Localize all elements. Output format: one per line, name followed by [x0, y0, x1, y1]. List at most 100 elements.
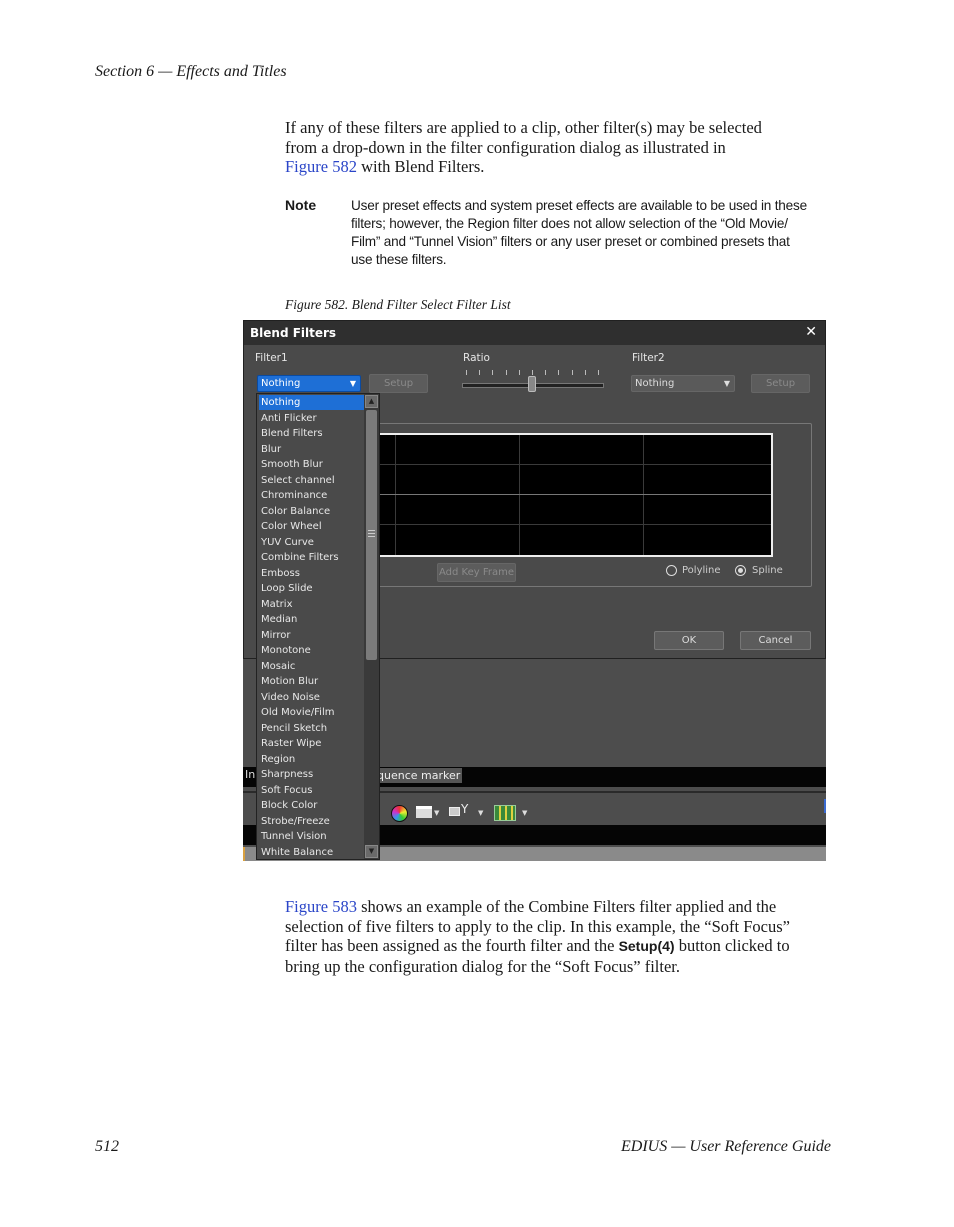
chevron-down-icon[interactable]: ▼	[522, 809, 527, 817]
filter-list-item[interactable]: Blend Filters	[259, 426, 365, 441]
polyline-label: Polyline	[682, 565, 721, 576]
sequence-marker-tab[interactable]: quence marker	[373, 768, 462, 783]
chevron-down-icon[interactable]: ▼	[478, 809, 483, 817]
filter-list-item[interactable]: Pencil Sketch	[259, 721, 365, 736]
filter-layout-icon[interactable]	[449, 807, 460, 816]
color-wheel-icon[interactable]	[391, 805, 408, 822]
figure-583-link[interactable]: Figure 583	[285, 897, 357, 916]
filter-list-item[interactable]: Old Movie/Film	[259, 705, 365, 720]
filter1-dropdown[interactable]: Nothing ▼	[257, 375, 361, 392]
edge-accent	[824, 799, 826, 813]
filter2-value: Nothing	[635, 378, 675, 389]
intro-line-3-text: with Blend Filters.	[356, 157, 485, 177]
filter-list-item[interactable]: Emboss	[259, 566, 365, 581]
filter2-setup-button[interactable]: Setup	[751, 374, 810, 393]
section-header: Section 6 — Effects and Titles	[95, 63, 287, 80]
filter-select-list[interactable]: Nothing Anti Flicker Blend Filters Blur Smoo…	[256, 393, 380, 860]
chevron-down-icon[interactable]: ▼	[434, 809, 439, 817]
note-line: filters; however, the Region filter does…	[351, 216, 788, 231]
filter1-value: Nothing	[261, 378, 301, 389]
slider-tick	[598, 370, 599, 375]
filter-list-item[interactable]: White Balance	[259, 845, 365, 860]
film-strip-icon[interactable]	[494, 805, 516, 821]
page-number: 512	[95, 1138, 119, 1155]
intro-line-3: Figure 582 with Blend Filters.	[285, 157, 830, 177]
grip-line	[368, 533, 375, 534]
filter-list-item[interactable]: Smooth Blur	[259, 457, 365, 472]
chevron-down-icon: ▼	[723, 379, 730, 388]
ratio-slider-handle[interactable]	[528, 376, 536, 392]
chevron-down-icon: ▼	[349, 379, 356, 388]
ok-button[interactable]: OK	[654, 631, 724, 650]
filter-list-item[interactable]: Chrominance	[259, 488, 365, 503]
filter-list-item[interactable]: Median	[259, 612, 365, 627]
scroll-down-icon[interactable]: ▼	[365, 845, 378, 858]
filter-list-item[interactable]: Sharpness	[259, 767, 365, 782]
body-paragraph: Figure 583 shows an example of the Combi…	[285, 897, 830, 977]
filter1-setup-button[interactable]: Setup	[369, 374, 428, 393]
slider-tick	[571, 370, 573, 375]
scroll-up-icon[interactable]: ▲	[365, 395, 378, 408]
note-line: Film” and “Tunnel Vision” filters or any…	[351, 234, 790, 249]
body-line-3b: button clicked to	[674, 936, 790, 956]
filter-list-item[interactable]: Loop Slide	[259, 581, 365, 596]
dialog-title: Blend Filters	[250, 326, 337, 340]
spline-radio[interactable]	[735, 565, 746, 576]
filter-list-item[interactable]: Region	[259, 752, 365, 767]
intro-paragraph: If any of these filters are applied to a…	[285, 118, 830, 177]
body-line-1-text: shows an example of the Combine Filters …	[356, 897, 777, 916]
filter1-label: Filter1	[255, 352, 288, 364]
slider-tick	[466, 370, 467, 375]
note-text: User preset effects and system preset ef…	[351, 197, 811, 269]
intro-line-2: from a drop-down in the filter configura…	[285, 137, 726, 157]
cancel-button[interactable]: Cancel	[740, 631, 811, 650]
slider-tick	[505, 370, 507, 375]
filter2-label: Filter2	[632, 352, 665, 364]
slider-tick	[532, 370, 533, 375]
close-icon[interactable]: ✕	[805, 324, 817, 340]
panel-tab-fragment: In	[245, 768, 256, 781]
radio-selected-dot	[738, 568, 743, 573]
filter-list-item[interactable]: Tunnel Vision	[259, 829, 365, 844]
filter-list-item[interactable]: Color Balance	[259, 504, 365, 519]
figure-582-link[interactable]: Figure 582	[285, 157, 357, 176]
filter-list-item[interactable]: Motion Blur	[259, 674, 365, 689]
filter-list-item[interactable]: Blur	[259, 442, 365, 457]
polyline-radio[interactable]	[666, 565, 677, 576]
filter-list-item[interactable]: Block Color	[259, 798, 365, 813]
filter2-dropdown[interactable]: Nothing ▼	[631, 375, 735, 392]
filter-list-item[interactable]: YUV Curve	[259, 535, 365, 550]
body-line-1: Figure 583 shows an example of the Combi…	[285, 897, 830, 917]
add-key-frame-button[interactable]: Add Key Frame	[437, 563, 516, 582]
filter-list-item[interactable]: Raster Wipe	[259, 736, 365, 751]
filter-list-item[interactable]: Nothing	[259, 395, 365, 411]
grid-line	[395, 435, 396, 555]
filter-list-item[interactable]: Video Noise	[259, 690, 365, 705]
status-accent	[243, 847, 245, 861]
ratio-slider[interactable]	[462, 370, 604, 394]
filter-funnel-icon[interactable]: Y	[461, 802, 468, 816]
slider-tick	[558, 370, 560, 375]
list-scrollbar[interactable]: ▲ ▼	[364, 394, 379, 859]
slider-tick	[518, 370, 520, 375]
curve-line	[379, 494, 771, 495]
window-icon[interactable]	[416, 806, 432, 818]
grid-line	[379, 464, 771, 465]
filter-list-items: Nothing Anti Flicker Blend Filters Blur Smoo…	[257, 394, 365, 860]
grid-line	[379, 524, 771, 525]
filter-list-item[interactable]: Select channel	[259, 473, 365, 488]
filter-list-item[interactable]: Soft Focus	[259, 783, 365, 798]
filter-list-item[interactable]: Color Wheel	[259, 519, 365, 534]
filter-list-item[interactable]: Mirror	[259, 628, 365, 643]
filter-list-item[interactable]: Matrix	[259, 597, 365, 612]
filter-list-item[interactable]: Combine Filters	[259, 550, 365, 565]
filter-list-item[interactable]: Monotone	[259, 643, 365, 658]
filter-list-item[interactable]: Strobe/Freeze	[259, 814, 365, 829]
grip-line	[368, 536, 375, 537]
filter-list-item[interactable]: Mosaic	[259, 659, 365, 674]
filter-list-item[interactable]: Anti Flicker	[259, 411, 365, 426]
body-line-2: selection of five filters to apply to th…	[285, 916, 790, 936]
scrollbar-thumb[interactable]	[366, 410, 377, 660]
curve-graph[interactable]	[377, 433, 773, 557]
body-line-3a: filter has been assigned as the fourth f…	[285, 936, 619, 956]
